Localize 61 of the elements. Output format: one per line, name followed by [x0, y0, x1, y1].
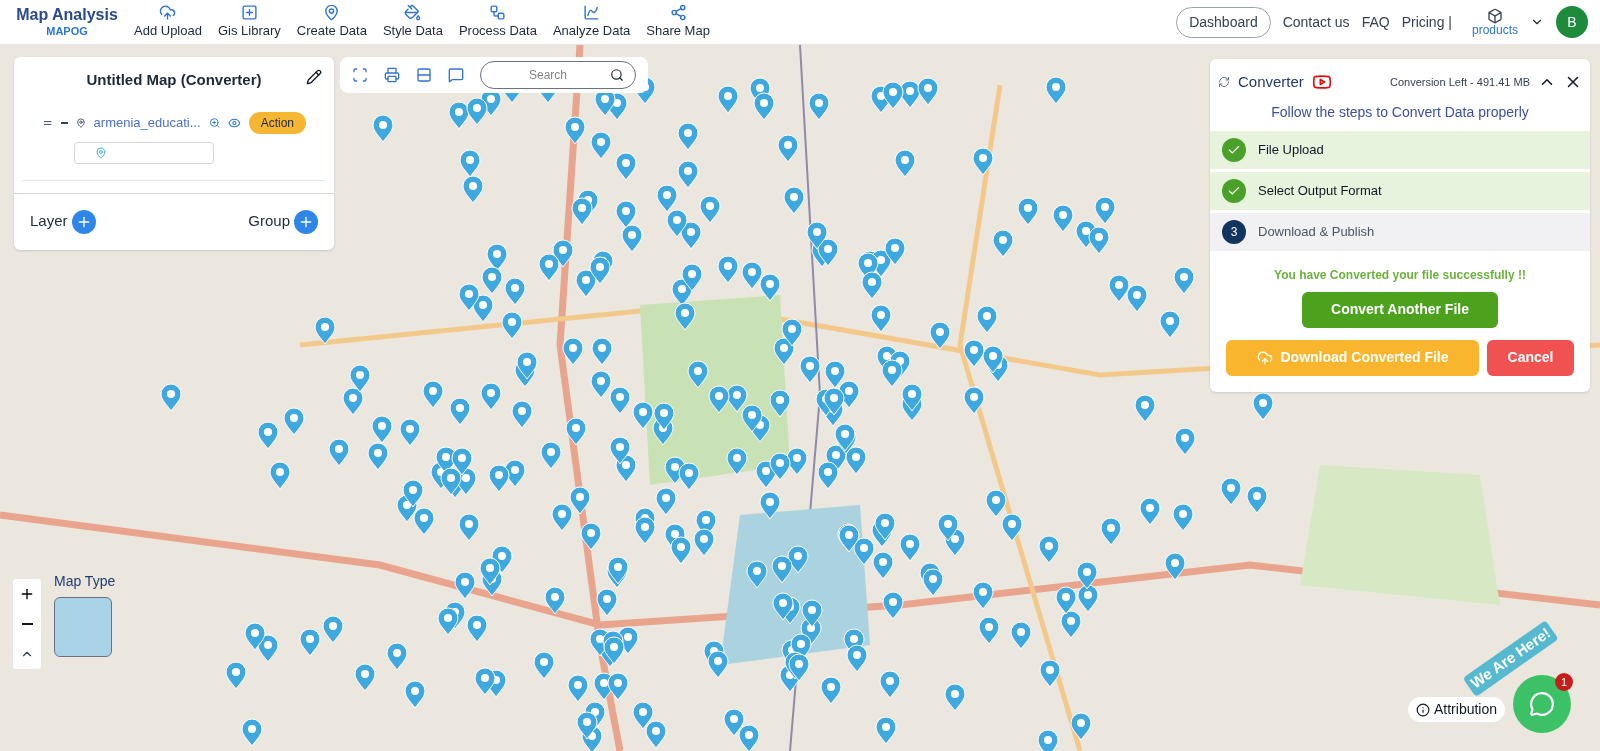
- nav-item[interactable]: Add Upload: [134, 3, 202, 41]
- action-button[interactable]: Action: [248, 111, 306, 134]
- check-icon: [1222, 178, 1246, 203]
- map-type-label: Map Type: [54, 572, 116, 591]
- nav-item[interactable]: Create Data: [296, 3, 367, 41]
- paint-bucket-icon: [404, 3, 422, 21]
- world-map-thumbnail[interactable]: [54, 597, 112, 657]
- attribution-button[interactable]: Attribution: [1408, 697, 1506, 722]
- cloud-icon: [1256, 349, 1273, 366]
- nav-item[interactable]: Share Map: [646, 3, 710, 41]
- step-label: Download & Publish: [1258, 222, 1375, 241]
- converter-title: Converter: [1238, 72, 1304, 92]
- layer-name-link[interactable]: armenia_educati...: [93, 112, 201, 133]
- user-avatar[interactable]: B: [1556, 6, 1588, 38]
- cloud-upload-icon: [159, 3, 177, 21]
- chart-icon: [583, 3, 601, 21]
- quota-text: Conversion Left - 491.41 MB: [1389, 75, 1530, 90]
- layer-label: Layer: [30, 211, 68, 232]
- nav-link[interactable]: Contact us: [1282, 11, 1350, 33]
- chat-bubble-icon: [1529, 691, 1555, 717]
- focus-icon[interactable]: [352, 67, 368, 83]
- chat-button[interactable]: [1513, 675, 1571, 733]
- success-message: You have Converted your file successfully !!: [1273, 266, 1527, 284]
- step-label: File Upload: [1258, 140, 1324, 159]
- print-icon[interactable]: [384, 67, 400, 83]
- comment-icon[interactable]: [448, 67, 464, 83]
- workflow-icon: [489, 3, 507, 21]
- logo-title: Map Analysis: [16, 5, 118, 26]
- check-icon: [1222, 137, 1246, 162]
- nav-item[interactable]: Analyze Data: [552, 3, 631, 41]
- nav-item[interactable]: Style Data: [382, 3, 443, 41]
- share-icon: [669, 3, 687, 21]
- notification-badge: 1: [1555, 673, 1573, 691]
- add-group-button[interactable]: [294, 209, 318, 234]
- map-title: Untitled Map (Converter): [86, 70, 262, 90]
- map-pin-icon: [75, 115, 86, 130]
- info-icon: [1416, 702, 1430, 717]
- map-pin-icon: [323, 3, 341, 21]
- plus-square-icon: [240, 3, 258, 21]
- group-label: Group: [248, 211, 290, 232]
- step-label: Select Output Format: [1258, 181, 1382, 200]
- step-number: 3: [1222, 219, 1246, 244]
- refresh-icon: [1218, 76, 1230, 89]
- plus-icon: [19, 586, 35, 602]
- converter-subtitle: Follow the steps to Convert Data properly: [1270, 102, 1530, 122]
- minus-icon: [21, 623, 33, 625]
- add-layer-button[interactable]: [71, 209, 96, 234]
- split-icon[interactable]: [416, 67, 432, 83]
- nav-link[interactable]: FAQ: [1361, 11, 1390, 33]
- search-icon: [610, 68, 624, 82]
- nav-item[interactable]: Gis Library: [217, 3, 281, 41]
- nav-link[interactable]: Pricing |: [1401, 11, 1452, 33]
- edit-icon[interactable]: [306, 69, 322, 85]
- products-menu[interactable]: products: [1471, 8, 1518, 36]
- cube-icon: [1487, 8, 1503, 24]
- map-pin-icon: [95, 146, 107, 159]
- collapse-icon[interactable]: [61, 121, 68, 124]
- nav-item[interactable]: Process Data: [458, 3, 537, 41]
- logo-subtitle: MAPOG: [46, 25, 88, 39]
- search-input[interactable]: [74, 141, 214, 164]
- search-field[interactable]: Search: [480, 61, 636, 89]
